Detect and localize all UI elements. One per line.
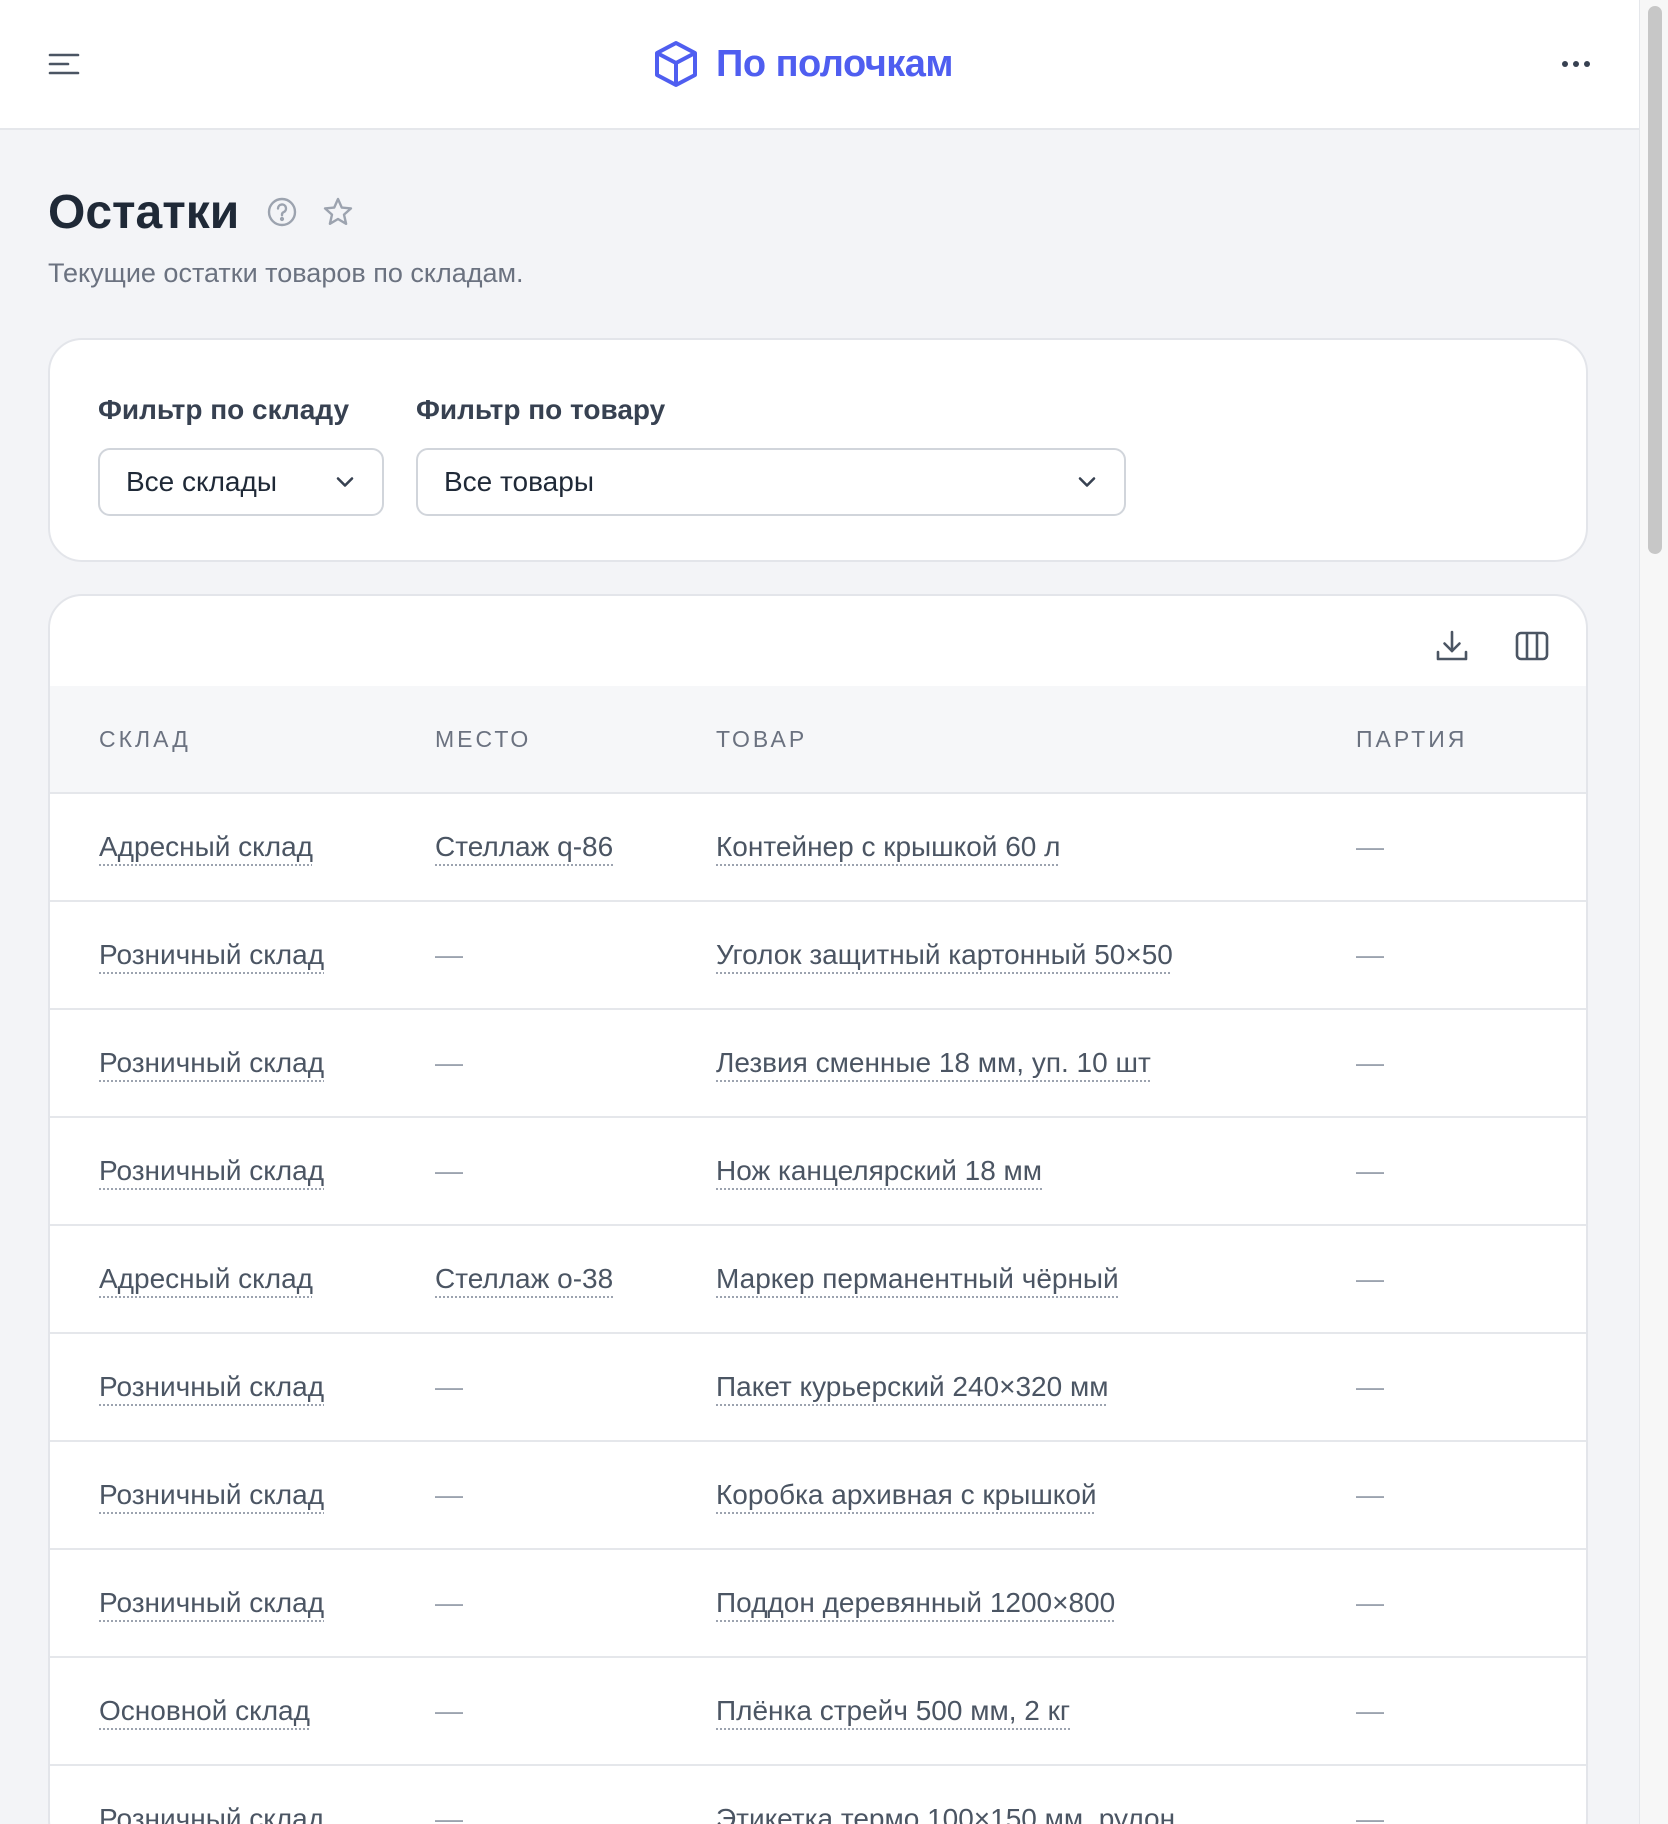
brand-name: По полочкам — [716, 42, 954, 85]
column-header-batch[interactable]: ПАРТИЯ — [1356, 686, 1467, 792]
batch-cell: — — [1356, 1695, 1384, 1726]
warehouse-link[interactable]: Розничный склад — [99, 1442, 324, 1548]
warehouse-link[interactable]: Розничный склад — [99, 1118, 324, 1224]
table-row[interactable]: Розничный склад — Лезвия сменные 18 мм, … — [50, 1010, 1586, 1118]
menu-icon[interactable] — [44, 44, 84, 84]
table-row[interactable]: Адресный склад Стеллаж q-86 Контейнер с … — [50, 794, 1586, 902]
warehouse-select[interactable]: Все склады — [98, 448, 384, 516]
location-link[interactable]: Стеллаж q-86 — [435, 794, 613, 900]
product-select[interactable]: Все товары — [416, 448, 1126, 516]
warehouse-link[interactable]: Розничный склад — [99, 1766, 324, 1824]
table-body: Адресный склад Стеллаж q-86 Контейнер с … — [50, 794, 1586, 1824]
table-row[interactable]: Розничный склад — Поддон деревянный 1200… — [50, 1550, 1586, 1658]
batch-cell: — — [1356, 939, 1384, 970]
warehouse-link[interactable]: Розничный склад — [99, 1550, 324, 1656]
warehouse-link[interactable]: Розничный склад — [99, 1010, 324, 1116]
location-link[interactable]: Стеллаж o-38 — [435, 1226, 613, 1332]
batch-cell: — — [1356, 1263, 1384, 1294]
product-link[interactable]: Контейнер с крышкой 60 л — [716, 794, 1060, 900]
table-header: СКЛАД МЕСТО ТОВАР ПАРТИЯ — [50, 686, 1586, 794]
warehouse-filter-label: Фильтр по складу — [98, 394, 350, 425]
product-link[interactable]: Пакет курьерский 240×320 мм — [716, 1334, 1108, 1440]
help-circle-icon[interactable] — [265, 195, 299, 229]
filter-panel: Фильтр по складу Все склады Фильтр по то… — [48, 338, 1588, 562]
title-row: Остатки — [48, 180, 1548, 244]
warehouse-link[interactable]: Адресный склад — [99, 1226, 313, 1332]
top-bar: По полочкам — [0, 0, 1640, 130]
location-cell: — — [435, 1479, 463, 1510]
chevron-down-icon — [1078, 477, 1096, 487]
chevron-down-icon — [336, 477, 354, 487]
table-row[interactable]: Розничный склад — Уголок защитный картон… — [50, 902, 1586, 1010]
product-link[interactable]: Лезвия сменные 18 мм, уп. 10 шт — [716, 1010, 1151, 1116]
batch-cell: — — [1356, 1371, 1384, 1402]
stock-table-card: СКЛАД МЕСТО ТОВАР ПАРТИЯ Адресный склад … — [48, 594, 1588, 1824]
column-header-product[interactable]: ТОВАР — [716, 686, 807, 792]
location-cell: — — [435, 1371, 463, 1402]
vertical-scrollbar[interactable] — [1639, 0, 1668, 1824]
brand-link[interactable]: По полочкам — [650, 36, 954, 92]
location-cell: — — [435, 1155, 463, 1186]
location-cell: — — [435, 1695, 463, 1726]
table-row[interactable]: Основной склад — Плёнка стрейч 500 мм, 2… — [50, 1658, 1586, 1766]
location-cell: — — [435, 1803, 463, 1824]
more-horizontal-icon[interactable] — [1556, 44, 1596, 84]
batch-cell: — — [1356, 1803, 1384, 1824]
warehouse-link[interactable]: Адресный склад — [99, 794, 313, 900]
page-header: Остатки Текущие остатки товаров по склад… — [48, 180, 1548, 289]
batch-cell: — — [1356, 1155, 1384, 1186]
warehouse-select-value: Все склады — [126, 466, 277, 497]
product-link[interactable]: Коробка архивная с крышкой — [716, 1442, 1097, 1548]
table-row[interactable]: Адресный склад Стеллаж o-38 Маркер перма… — [50, 1226, 1586, 1334]
location-cell: — — [435, 939, 463, 970]
location-cell: — — [435, 1587, 463, 1618]
product-link[interactable]: Нож канцелярский 18 мм — [716, 1118, 1042, 1224]
product-link[interactable]: Уголок защитный картонный 50×50 — [716, 902, 1173, 1008]
page-title: Остатки — [48, 185, 240, 239]
batch-cell: — — [1356, 1047, 1384, 1078]
warehouse-filter: Фильтр по складу Все склады — [98, 392, 384, 516]
product-link[interactable]: Плёнка стрейч 500 мм, 2 кг — [716, 1658, 1070, 1764]
columns-icon[interactable] — [1512, 626, 1552, 666]
table-row[interactable]: Розничный склад — Коробка архивная с кры… — [50, 1442, 1586, 1550]
warehouse-link[interactable]: Основной склад — [99, 1658, 310, 1764]
table-toolbar — [1286, 596, 1586, 686]
box-icon — [655, 41, 697, 87]
download-icon[interactable] — [1432, 626, 1472, 666]
product-link[interactable]: Этикетка термо 100×150 мм, рулон — [716, 1766, 1175, 1824]
column-header-location[interactable]: МЕСТО — [435, 686, 531, 792]
product-filter-label: Фильтр по товару — [416, 394, 666, 425]
page-subtitle: Текущие остатки товаров по складам. — [48, 258, 524, 288]
app-viewport: По полочкам Остатки Текущие остатки това… — [0, 0, 1640, 1824]
table-row[interactable]: Розничный склад — Пакет курьерский 240×3… — [50, 1334, 1586, 1442]
batch-cell: — — [1356, 831, 1384, 862]
warehouse-link[interactable]: Розничный склад — [99, 902, 324, 1008]
batch-cell: — — [1356, 1479, 1384, 1510]
batch-cell: — — [1356, 1587, 1384, 1618]
table-row[interactable]: Розничный склад — Нож канцелярский 18 мм… — [50, 1118, 1586, 1226]
location-cell: — — [435, 1047, 463, 1078]
star-icon[interactable] — [321, 195, 355, 229]
product-select-value: Все товары — [444, 466, 594, 497]
scrollbar-thumb[interactable] — [1648, 6, 1662, 554]
warehouse-link[interactable]: Розничный склад — [99, 1334, 324, 1440]
product-link[interactable]: Маркер перманентный чёрный — [716, 1226, 1119, 1332]
product-link[interactable]: Поддон деревянный 1200×800 — [716, 1550, 1115, 1656]
column-header-warehouse[interactable]: СКЛАД — [99, 686, 191, 792]
table-row[interactable]: Розничный склад — Этикетка термо 100×150… — [50, 1766, 1586, 1824]
product-filter: Фильтр по товару Все товары — [416, 392, 1126, 516]
